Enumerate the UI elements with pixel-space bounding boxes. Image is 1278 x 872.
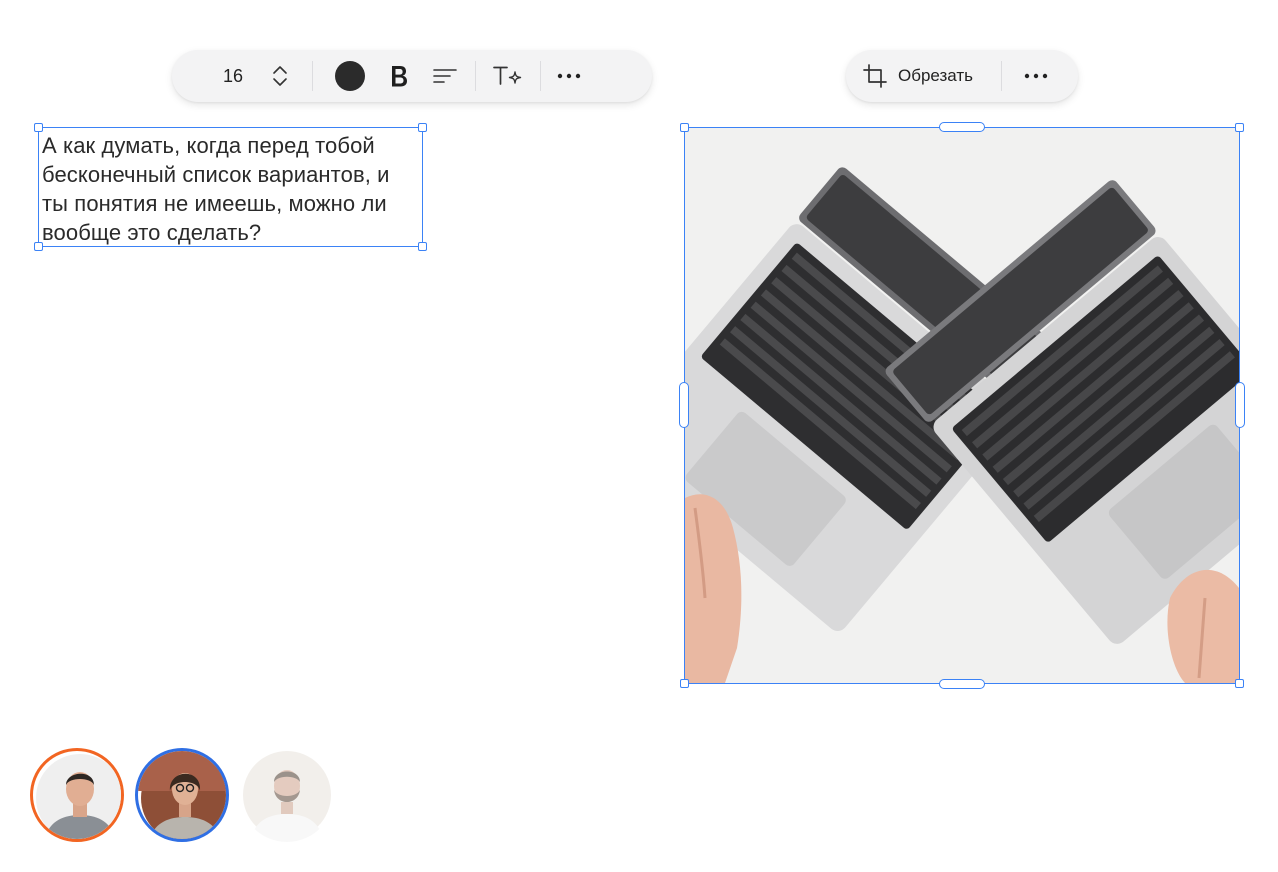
align-left-button[interactable] <box>425 56 465 96</box>
resize-handle-top-right[interactable] <box>1235 123 1244 132</box>
avatar-man <box>36 754 121 839</box>
avatar[interactable] <box>30 748 124 842</box>
toolbar-divider <box>475 61 476 91</box>
toolbar-divider <box>540 61 541 91</box>
resize-handle-bottom[interactable] <box>939 679 985 689</box>
toolbar-divider <box>1001 61 1003 91</box>
bold-icon <box>392 66 407 87</box>
resize-handle-bottom-left[interactable] <box>680 679 689 688</box>
text-color-button[interactable] <box>335 61 365 91</box>
resize-handle-top-left[interactable] <box>680 123 689 132</box>
text-more-button[interactable] <box>549 56 589 96</box>
selected-image[interactable] <box>679 122 1245 689</box>
resize-handle-right[interactable] <box>1235 382 1245 428</box>
image-more-button[interactable] <box>1016 56 1056 96</box>
chevron-up-icon[interactable] <box>272 64 288 76</box>
chevron-down-icon[interactable] <box>272 76 288 88</box>
avatar[interactable] <box>135 748 229 842</box>
text-sparkle-icon <box>493 66 522 85</box>
more-horizontal-icon <box>557 73 581 79</box>
bold-button[interactable] <box>379 56 419 96</box>
avatar-man-bearded <box>243 751 331 842</box>
selected-text-block[interactable]: А как думать, когда перед тобой бесконеч… <box>34 123 427 251</box>
avatar-woman <box>138 751 226 839</box>
crop-button[interactable]: Обрезать <box>862 56 1001 96</box>
text-format-toolbar: 16 <box>172 50 652 102</box>
resize-handle-bottom-right[interactable] <box>418 242 427 251</box>
laptops-photo <box>685 128 1239 683</box>
text-block-content[interactable]: А как думать, когда перед тобой бесконеч… <box>42 131 418 247</box>
avatar[interactable] <box>240 748 334 842</box>
align-left-icon <box>433 69 457 83</box>
crop-label: Обрезать <box>898 66 974 85</box>
image-toolbar: Обрезать <box>846 50 1078 102</box>
font-size-value[interactable]: 16 <box>198 66 268 87</box>
resize-handle-top-right[interactable] <box>418 123 427 132</box>
font-size-stepper[interactable] <box>268 56 292 96</box>
resize-handle-top[interactable] <box>939 122 985 132</box>
resize-handle-left[interactable] <box>679 382 689 428</box>
resize-handle-bottom-left[interactable] <box>34 242 43 251</box>
more-horizontal-icon <box>1024 73 1048 79</box>
resize-handle-bottom-right[interactable] <box>1235 679 1244 688</box>
toolbar-divider <box>312 61 313 91</box>
text-ai-button[interactable] <box>488 56 528 96</box>
crop-icon <box>863 64 887 88</box>
resize-handle-top-left[interactable] <box>34 123 43 132</box>
